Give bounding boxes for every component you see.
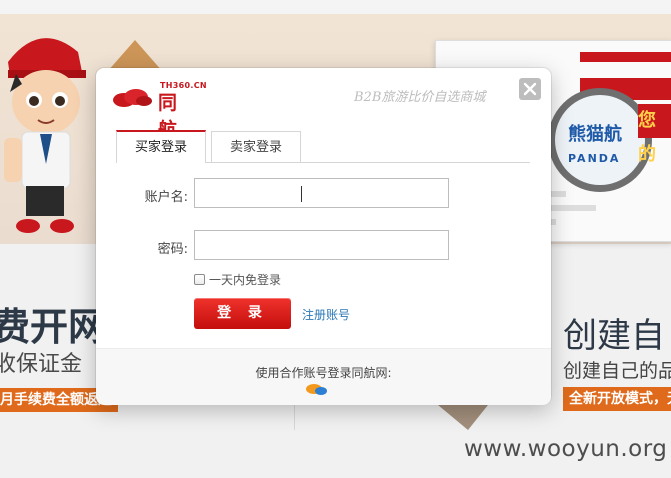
mascot-illustration (4, 38, 86, 233)
partner-login-text: 使用合作账号登录同航网: (255, 366, 392, 380)
magnifier-brand-text: 熊猫航 PANDA (568, 124, 622, 165)
site-logo: TH360.CN 同航 (112, 80, 207, 141)
slogan: B2B旅游比价自选商城 (354, 90, 486, 105)
remember-login[interactable]: 一天内免登录 (194, 271, 281, 288)
promo-right-title: 创建自 (563, 316, 665, 356)
top-strip (0, 0, 671, 15)
password-input[interactable] (194, 230, 449, 260)
text-caret (301, 186, 302, 202)
preview-header-bar (580, 52, 671, 62)
tab-buyer-login[interactable]: 买家登录 (116, 130, 206, 163)
account-input[interactable] (194, 178, 449, 208)
remember-checkbox[interactable] (194, 274, 205, 285)
close-button[interactable] (519, 78, 541, 100)
login-button[interactable]: 登 录 (194, 298, 291, 329)
remember-label: 一天内免登录 (209, 273, 282, 287)
magnifier-red-tag: 您的 (638, 104, 671, 165)
login-dialog: TH360.CN 同航 B2B旅游比价自选商城 买家登录 卖家登录 账户名: 密… (96, 68, 551, 405)
tab-seller-login[interactable]: 卖家登录 (211, 131, 301, 162)
password-label: 密码: (157, 242, 188, 257)
promo-right-subtitle: 创建自己的品 (563, 360, 671, 382)
cloud-logo-icon (113, 89, 152, 107)
partner-login-section: 使用合作账号登录同航网: (96, 348, 551, 405)
register-link[interactable]: 注册账号 (302, 306, 350, 323)
qq-icon[interactable] (305, 382, 329, 396)
close-icon (523, 82, 537, 96)
promo-left-title: 费开网 (0, 305, 107, 349)
promo-left-subtitle: 收保证金 (0, 352, 83, 377)
promo-right-banner: 全新开放模式，无 (563, 387, 671, 411)
account-label: 账户名: (144, 190, 188, 205)
watermark: www.wooyun.org (464, 436, 668, 462)
